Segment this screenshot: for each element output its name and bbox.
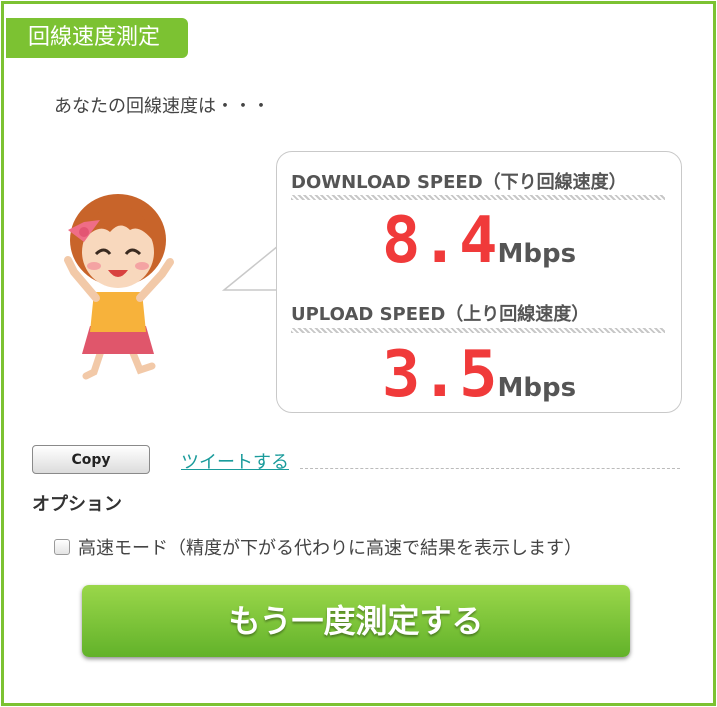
- copy-button[interactable]: Copy: [32, 445, 150, 474]
- retest-button[interactable]: もう一度測定する: [82, 585, 630, 657]
- upload-speed-value: 3.5Mbps: [277, 338, 681, 412]
- download-speed-unit: Mbps: [497, 239, 577, 269]
- upload-speed-number: 3.5: [381, 338, 498, 412]
- download-speed-value: 8.4Mbps: [277, 204, 681, 278]
- download-speed-label: DOWNLOAD SPEED（下り回線速度）: [291, 172, 627, 193]
- upload-speed-label: UPLOAD SPEED（上り回線速度）: [291, 304, 590, 325]
- speed-result-bubble: DOWNLOAD SPEED（下り回線速度） 8.4Mbps UPLOAD SP…: [276, 151, 682, 413]
- options-heading: オプション: [32, 494, 122, 515]
- tweet-link[interactable]: ツイートする: [181, 448, 289, 474]
- section-title: 回線速度測定: [6, 18, 188, 58]
- speech-bubble-tail: [222, 242, 282, 294]
- upload-speed-unit: Mbps: [497, 373, 577, 403]
- fast-mode-checkbox[interactable]: [54, 539, 70, 555]
- character-illustration: [64, 194, 174, 380]
- fast-mode-label: 高速モード（精度が下がる代わりに高速で結果を表示します）: [78, 538, 582, 559]
- divider: [300, 468, 680, 469]
- intro-text: あなたの回線速度は・・・: [54, 96, 270, 117]
- divider: [291, 195, 665, 200]
- divider: [291, 328, 665, 333]
- download-speed-number: 8.4: [381, 204, 498, 278]
- fast-mode-option[interactable]: 高速モード（精度が下がる代わりに高速で結果を表示します）: [54, 534, 582, 560]
